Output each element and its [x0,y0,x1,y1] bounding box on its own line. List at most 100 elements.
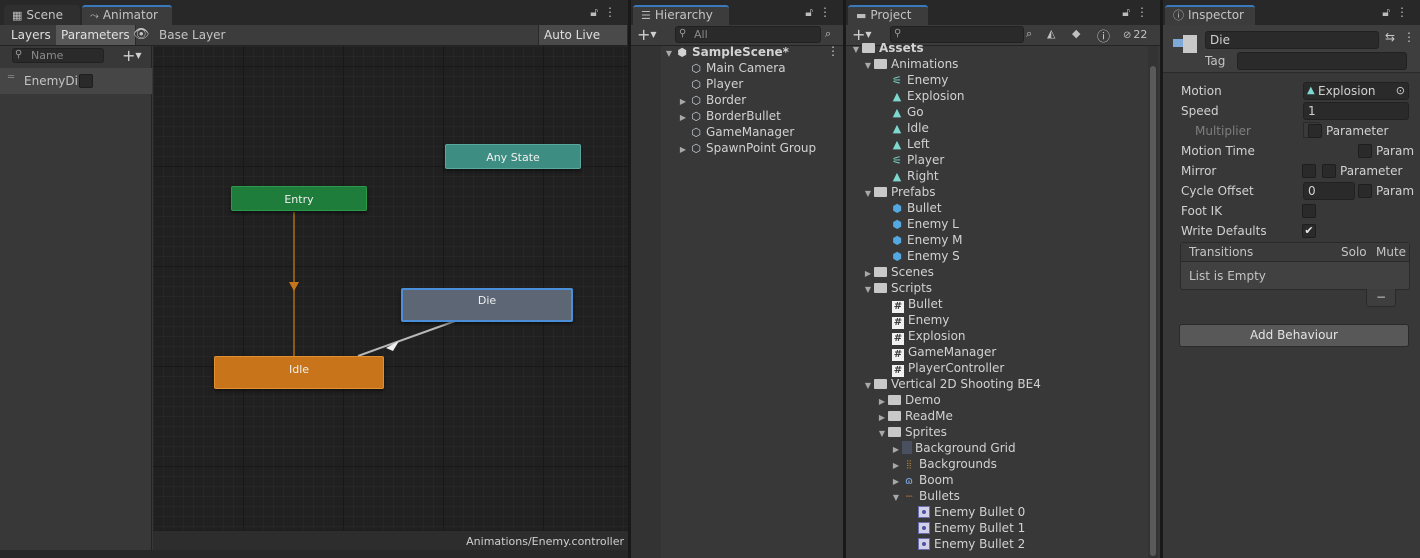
window-controls[interactable]: 🔓︎⋮ [1122,5,1154,20]
asset-item[interactable]: ⬢ Enemy S [890,248,960,264]
label-icon[interactable]: ◆ [1072,27,1080,40]
more-icon[interactable]: ⋮ [1403,30,1415,44]
lock-icon[interactable]: 🔓︎ [1122,5,1136,19]
folder-scenes[interactable]: ▶ Scenes [862,264,934,280]
sprite-bullets[interactable]: ▼ ┈ Bullets [890,488,960,504]
breadcrumb-base-layer[interactable]: Base Layer [153,25,242,45]
mirror-parameter-checkbox[interactable] [1322,164,1336,178]
state-idle[interactable]: Idle [214,356,384,389]
asset-item[interactable]: ▲ Explosion [890,88,965,104]
asset-item[interactable]: ▲ Left [890,136,930,152]
asset-item[interactable]: # Explosion [892,328,966,345]
expand-arrow-icon[interactable]: ▼ [862,58,874,74]
auto-live-link-button[interactable]: Auto Live Link [538,25,628,62]
cycle-offset-input[interactable]: 0 [1303,182,1355,200]
asset-item[interactable]: ▲ Go [890,104,924,120]
sprite-boom[interactable]: ▶ ɷ Boom [890,472,954,488]
state-die[interactable]: Die [401,288,573,322]
lock-icon[interactable]: 🔓︎ [1382,5,1396,19]
folder-assets[interactable]: ▼ Assets [850,40,924,56]
cycle-offset-parameter-checkbox[interactable] [1358,184,1372,198]
asset-item[interactable]: # Bullet [892,296,943,313]
hierarchy-item[interactable]: ▶ ⬡ SpawnPoint Group [677,140,816,156]
state-graph[interactable]: Any State Entry Die Idle [153,46,628,530]
asset-item[interactable]: Enemy Bullet 1 [918,520,1025,536]
mirror-checkbox[interactable] [1302,164,1316,178]
hierarchy-search-input[interactable]: All [675,26,821,43]
settings-icon[interactable]: ⇆ [1385,30,1395,44]
window-controls[interactable]: 🔓︎⋮ [805,5,837,20]
sprite-backgrounds[interactable]: ▶ ⦙⦙ Backgrounds [890,456,997,472]
scrollbar-thumb[interactable] [1150,66,1156,556]
drag-handle-icon[interactable]: ═ [8,72,14,83]
state-entry[interactable]: Entry [231,186,367,211]
menu-icon[interactable]: ⋮ [1136,5,1154,19]
folder-scripts[interactable]: ▼ Scripts [862,280,932,296]
eye-icon[interactable]: 👁︎ [133,27,150,42]
hierarchy-item[interactable]: ⬡ Player [677,76,743,92]
asset-item[interactable]: ▲ Idle [890,120,929,136]
parameter-search-input[interactable]: Name [12,48,104,63]
asset-item[interactable]: ⬢ Enemy L [890,216,959,232]
layers-tab[interactable]: Layers [6,25,57,45]
warning-icon[interactable]: ⓘ [1097,26,1110,45]
lock-icon[interactable]: 🔓︎ [805,5,819,19]
scene-menu-icon[interactable]: ⋮ [827,44,839,58]
menu-icon[interactable]: ⋮ [1396,5,1414,19]
tab-inspector[interactable]: ⓘ Inspector [1165,5,1255,25]
object-picker-icon[interactable]: ⊙ [1396,83,1405,99]
tab-project[interactable]: ▬ Project [848,5,928,25]
folder-prefabs[interactable]: ▼ Prefabs [862,184,936,200]
parameters-tab[interactable]: Parameters [56,25,136,45]
parameter-trigger-checkbox[interactable] [79,74,93,88]
motion-time-parameter-checkbox[interactable] [1358,144,1372,158]
expand-arrow-icon[interactable]: ▼ [663,46,675,62]
speed-input[interactable]: 1 [1303,102,1409,120]
lock-icon[interactable]: 🔓︎ [590,5,604,19]
asset-item[interactable]: ⬢ Enemy M [890,232,962,248]
filter-type-icon[interactable]: ◭ [1047,27,1055,40]
asset-item[interactable]: # PlayerController [892,360,1004,377]
expand-arrow-icon[interactable]: ▼ [876,426,888,442]
hidden-packages-icon[interactable]: ⊘ 22 [1123,28,1147,41]
menu-icon[interactable]: ⋮ [604,5,622,19]
motion-field[interactable]: ▲ Explosion ⊙ [1303,82,1409,100]
hierarchy-item[interactable]: ▶ ⬡ Border [677,92,746,108]
expand-arrow-icon[interactable]: ▼ [862,186,874,202]
folder-sprites[interactable]: ▼ Sprites [876,424,947,440]
remove-transition-button[interactable]: − [1366,289,1396,307]
asset-item[interactable]: # GameManager [892,344,996,361]
sprite-background-grid[interactable]: ▶ Background Grid [890,440,1016,456]
asset-item[interactable]: ⚟ Player [890,152,944,168]
asset-item[interactable]: ⬢ Bullet [890,200,941,216]
asset-item[interactable]: # Enemy [892,312,949,329]
asset-item[interactable]: ⚟ Enemy [890,72,948,88]
parameter-row[interactable]: ═ EnemyDie [0,68,152,94]
folder-demo[interactable]: ▶ Demo [876,392,941,408]
hierarchy-item[interactable]: ⬡ Main Camera [677,60,785,76]
add-parameter-button[interactable]: +▼ [122,46,142,65]
folder-vertical-2d[interactable]: ▼ Vertical 2D Shooting BE4 [862,376,1041,392]
expand-arrow-icon[interactable]: ▼ [850,42,862,58]
scene-search-icon[interactable]: ⌕ [825,27,831,41]
window-controls[interactable]: 🔓︎⋮ [1382,5,1414,20]
add-behaviour-button[interactable]: Add Behaviour [1179,324,1409,347]
expand-arrow-icon[interactable]: ▶ [677,142,689,158]
state-any-state[interactable]: Any State [445,144,581,169]
expand-arrow-icon[interactable]: ▼ [890,490,902,506]
menu-icon[interactable]: ⋮ [819,5,837,19]
expand-arrow-icon[interactable]: ▼ [862,378,874,394]
tab-animator[interactable]: ⤳ Animator [82,5,172,25]
folder-animations[interactable]: ▼ Animations [862,56,959,74]
scene-row[interactable]: ▼ ⬢ SampleScene* [663,44,843,60]
asset-item[interactable]: Enemy Bullet 0 [918,504,1025,520]
search-by-type-icon[interactable]: ⌕ [1026,27,1032,41]
expand-arrow-icon[interactable]: ▼ [862,282,874,298]
create-button[interactable]: +▼ [637,25,657,44]
parameter-name[interactable]: EnemyDie [24,74,78,88]
project-scrollbar[interactable] [1148,46,1158,558]
asset-item[interactable]: ▲ Right [890,168,939,184]
state-name-input[interactable]: Die [1205,31,1379,49]
foot-ik-checkbox[interactable] [1302,204,1316,218]
write-defaults-checkbox[interactable]: ✔ [1302,224,1316,238]
